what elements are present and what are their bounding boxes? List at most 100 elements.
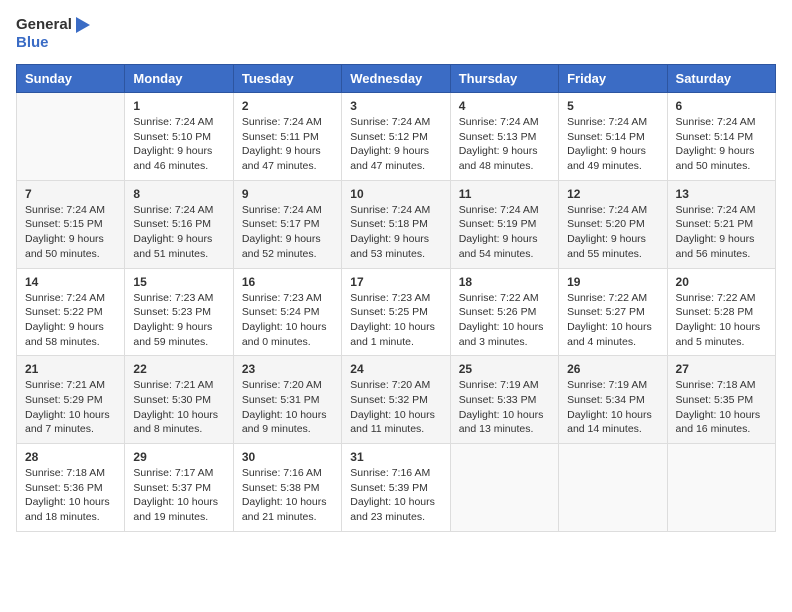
calendar-cell [450, 444, 558, 532]
logo-blue-text: Blue [16, 34, 49, 52]
calendar-cell: 2 Sunrise: 7:24 AM Sunset: 5:11 PM Daylig… [233, 93, 341, 181]
calendar-cell: 4 Sunrise: 7:24 AM Sunset: 5:13 PM Daylig… [450, 93, 558, 181]
day-info: Sunrise: 7:16 AM Sunset: 5:39 PM Dayligh… [350, 466, 441, 525]
day-info: Sunrise: 7:19 AM Sunset: 5:34 PM Dayligh… [567, 378, 658, 437]
calendar-cell: 20Sunrise: 7:22 AM Sunset: 5:28 PM Dayli… [667, 268, 775, 356]
calendar-cell: 12Sunrise: 7:24 AM Sunset: 5:20 PM Dayli… [559, 180, 667, 268]
calendar-cell [667, 444, 775, 532]
weekday-header-tuesday: Tuesday [233, 65, 341, 93]
day-number: 16 [242, 275, 333, 289]
calendar-cell: 17Sunrise: 7:23 AM Sunset: 5:25 PM Dayli… [342, 268, 450, 356]
logo-general-text: General [16, 16, 72, 34]
page-header: General Blue [16, 16, 776, 52]
weekday-header-wednesday: Wednesday [342, 65, 450, 93]
calendar-cell: 30 Sunrise: 7:16 AM Sunset: 5:38 PM Dayli… [233, 444, 341, 532]
calendar-cell: 19 Sunrise: 7:22 AM Sunset: 5:27 PM Dayli… [559, 268, 667, 356]
day-number: 23 [242, 362, 333, 376]
day-number: 8 [133, 187, 224, 201]
weekday-header-row: SundayMondayTuesdayWednesdayThursdayFrid… [17, 65, 776, 93]
day-info: Sunrise: 7:23 AM Sunset: 5:23 PM Dayligh… [133, 291, 224, 350]
logo-arrow-icon [76, 17, 90, 33]
day-info: Sunrise: 7:24 AM Sunset: 5:16 PM Dayligh… [133, 203, 224, 262]
day-info: Sunrise: 7:24 AM Sunset: 5:22 PM Dayligh… [25, 291, 116, 350]
day-info: Sunrise: 7:17 AM Sunset: 5:37 PM Dayligh… [133, 466, 224, 525]
weekday-header-saturday: Saturday [667, 65, 775, 93]
day-number: 15 [133, 275, 224, 289]
logo-text-block: General Blue [16, 16, 90, 52]
day-info: Sunrise: 7:24 AM Sunset: 5:15 PM Dayligh… [25, 203, 116, 262]
day-number: 7 [25, 187, 116, 201]
calendar-cell: 27 Sunrise: 7:18 AM Sunset: 5:35 PM Dayli… [667, 356, 775, 444]
day-number: 25 [459, 362, 550, 376]
calendar-cell: 25 Sunrise: 7:19 AM Sunset: 5:33 PM Dayli… [450, 356, 558, 444]
calendar-cell: 11 Sunrise: 7:24 AM Sunset: 5:19 PM Dayli… [450, 180, 558, 268]
week-row-4: 28Sunrise: 7:18 AM Sunset: 5:36 PM Dayli… [17, 444, 776, 532]
day-number: 11 [459, 187, 550, 201]
day-info: Sunrise: 7:18 AM Sunset: 5:35 PM Dayligh… [676, 378, 767, 437]
week-row-0: 1 Sunrise: 7:24 AM Sunset: 5:10 PM Daylig… [17, 93, 776, 181]
day-info: Sunrise: 7:24 AM Sunset: 5:21 PM Dayligh… [676, 203, 767, 262]
day-number: 30 [242, 450, 333, 464]
calendar-cell: 7 Sunrise: 7:24 AM Sunset: 5:15 PM Daylig… [17, 180, 125, 268]
day-info: Sunrise: 7:20 AM Sunset: 5:32 PM Dayligh… [350, 378, 441, 437]
calendar-cell: 22 Sunrise: 7:21 AM Sunset: 5:30 PM Dayli… [125, 356, 233, 444]
day-number: 14 [25, 275, 116, 289]
day-info: Sunrise: 7:22 AM Sunset: 5:27 PM Dayligh… [567, 291, 658, 350]
calendar-cell: 3 Sunrise: 7:24 AM Sunset: 5:12 PM Daylig… [342, 93, 450, 181]
day-number: 4 [459, 99, 550, 113]
day-info: Sunrise: 7:21 AM Sunset: 5:30 PM Dayligh… [133, 378, 224, 437]
weekday-header-monday: Monday [125, 65, 233, 93]
day-number: 21 [25, 362, 116, 376]
day-info: Sunrise: 7:23 AM Sunset: 5:24 PM Dayligh… [242, 291, 333, 350]
calendar-cell: 8 Sunrise: 7:24 AM Sunset: 5:16 PM Daylig… [125, 180, 233, 268]
day-info: Sunrise: 7:24 AM Sunset: 5:17 PM Dayligh… [242, 203, 333, 262]
logo: General Blue [16, 16, 90, 52]
calendar-table: SundayMondayTuesdayWednesdayThursdayFrid… [16, 64, 776, 532]
day-number: 27 [676, 362, 767, 376]
day-number: 10 [350, 187, 441, 201]
calendar-cell: 18Sunrise: 7:22 AM Sunset: 5:26 PM Dayli… [450, 268, 558, 356]
calendar-cell: 6 Sunrise: 7:24 AM Sunset: 5:14 PM Daylig… [667, 93, 775, 181]
day-number: 28 [25, 450, 116, 464]
calendar-cell: 29Sunrise: 7:17 AM Sunset: 5:37 PM Dayli… [125, 444, 233, 532]
weekday-header-sunday: Sunday [17, 65, 125, 93]
day-number: 31 [350, 450, 441, 464]
calendar-cell: 15 Sunrise: 7:23 AM Sunset: 5:23 PM Dayli… [125, 268, 233, 356]
week-row-2: 14 Sunrise: 7:24 AM Sunset: 5:22 PM Dayli… [17, 268, 776, 356]
day-info: Sunrise: 7:16 AM Sunset: 5:38 PM Dayligh… [242, 466, 333, 525]
calendar-cell: 10 Sunrise: 7:24 AM Sunset: 5:18 PM Dayli… [342, 180, 450, 268]
calendar-cell: 16 Sunrise: 7:23 AM Sunset: 5:24 PM Dayli… [233, 268, 341, 356]
weekday-header-friday: Friday [559, 65, 667, 93]
calendar-cell: 28Sunrise: 7:18 AM Sunset: 5:36 PM Dayli… [17, 444, 125, 532]
day-number: 18 [459, 275, 550, 289]
calendar-cell [559, 444, 667, 532]
day-info: Sunrise: 7:24 AM Sunset: 5:20 PM Dayligh… [567, 203, 658, 262]
calendar-cell: 5Sunrise: 7:24 AM Sunset: 5:14 PM Daylig… [559, 93, 667, 181]
day-info: Sunrise: 7:21 AM Sunset: 5:29 PM Dayligh… [25, 378, 116, 437]
calendar-cell: 14 Sunrise: 7:24 AM Sunset: 5:22 PM Dayli… [17, 268, 125, 356]
day-info: Sunrise: 7:24 AM Sunset: 5:19 PM Dayligh… [459, 203, 550, 262]
day-info: Sunrise: 7:22 AM Sunset: 5:28 PM Dayligh… [676, 291, 767, 350]
calendar-cell: 23 Sunrise: 7:20 AM Sunset: 5:31 PM Dayli… [233, 356, 341, 444]
day-info: Sunrise: 7:24 AM Sunset: 5:18 PM Dayligh… [350, 203, 441, 262]
day-number: 26 [567, 362, 658, 376]
day-info: Sunrise: 7:24 AM Sunset: 5:11 PM Dayligh… [242, 115, 333, 174]
weekday-header-thursday: Thursday [450, 65, 558, 93]
day-info: Sunrise: 7:20 AM Sunset: 5:31 PM Dayligh… [242, 378, 333, 437]
day-info: Sunrise: 7:24 AM Sunset: 5:14 PM Dayligh… [676, 115, 767, 174]
day-number: 1 [133, 99, 224, 113]
day-info: Sunrise: 7:24 AM Sunset: 5:13 PM Dayligh… [459, 115, 550, 174]
day-info: Sunrise: 7:19 AM Sunset: 5:33 PM Dayligh… [459, 378, 550, 437]
day-number: 6 [676, 99, 767, 113]
day-number: 2 [242, 99, 333, 113]
day-info: Sunrise: 7:24 AM Sunset: 5:14 PM Dayligh… [567, 115, 658, 174]
day-number: 19 [567, 275, 658, 289]
day-info: Sunrise: 7:23 AM Sunset: 5:25 PM Dayligh… [350, 291, 441, 350]
day-info: Sunrise: 7:24 AM Sunset: 5:10 PM Dayligh… [133, 115, 224, 174]
week-row-3: 21 Sunrise: 7:21 AM Sunset: 5:29 PM Dayli… [17, 356, 776, 444]
day-number: 22 [133, 362, 224, 376]
day-number: 9 [242, 187, 333, 201]
day-info: Sunrise: 7:24 AM Sunset: 5:12 PM Dayligh… [350, 115, 441, 174]
day-number: 3 [350, 99, 441, 113]
day-number: 13 [676, 187, 767, 201]
